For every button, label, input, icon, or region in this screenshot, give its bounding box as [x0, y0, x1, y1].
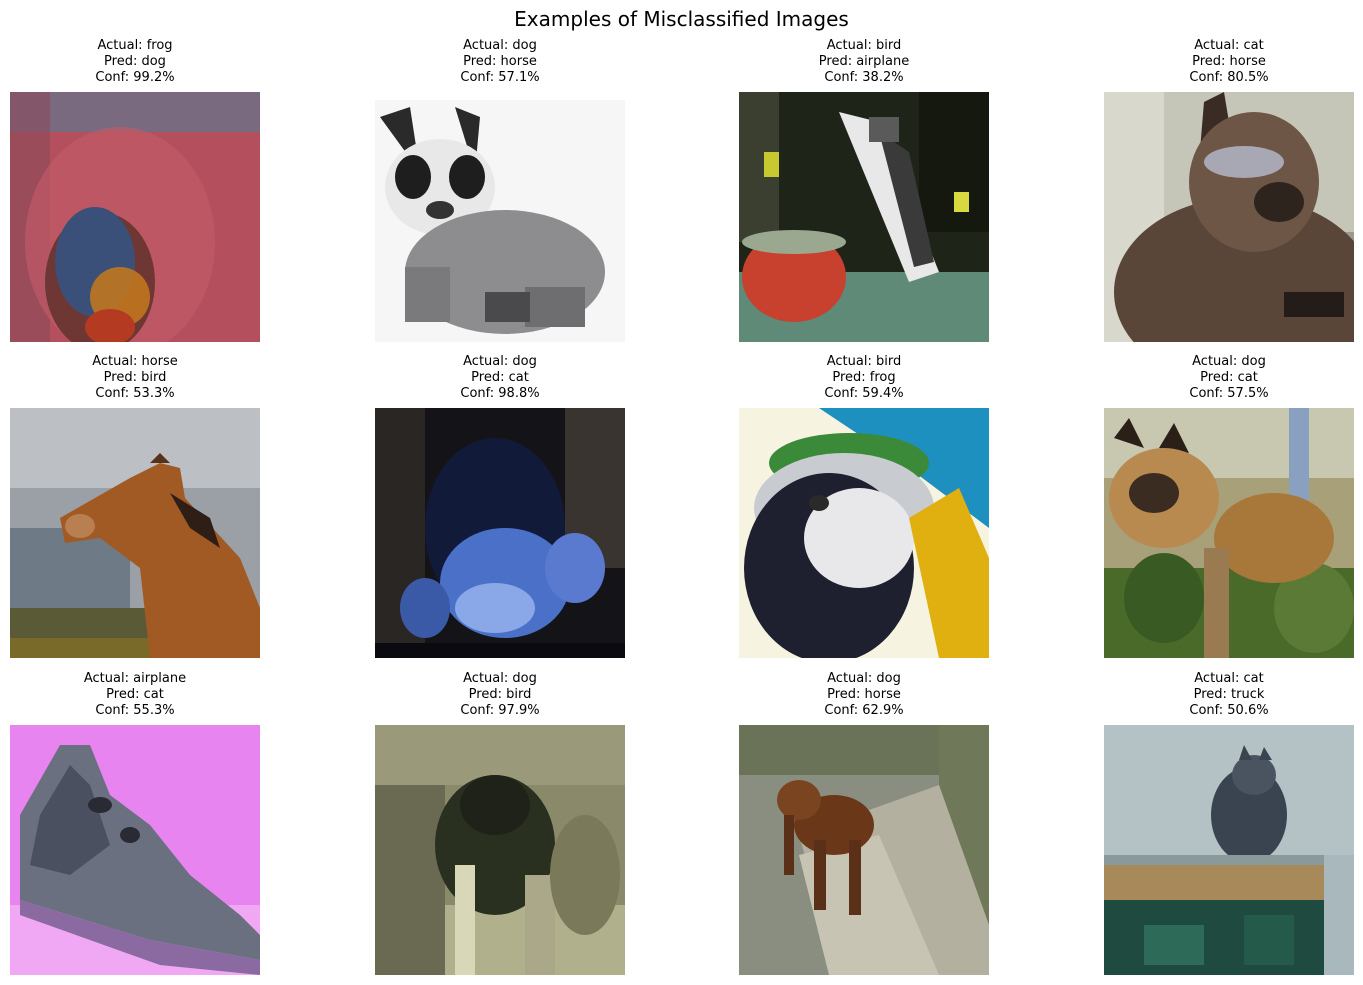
pred-label: Pred: horse	[827, 687, 901, 702]
actual-label: Actual: dog	[463, 671, 537, 686]
caption: Actual: cat Pred: horse Conf: 80.5%	[1064, 38, 1363, 86]
figure-title: Examples of Misclassified Images	[514, 7, 849, 31]
actual-label: Actual: airplane	[83, 671, 187, 686]
conf-label: Conf: 62.9%	[824, 703, 904, 718]
actual-label: Actual: dog	[1192, 354, 1266, 369]
thumbnail-dog	[739, 725, 989, 975]
conf-label: Conf: 99.2%	[95, 70, 175, 85]
thumbnail-dog	[1104, 408, 1354, 658]
pred-label: Pred: horse	[1192, 54, 1266, 69]
conf-label: Conf: 50.6%	[1189, 703, 1269, 718]
caption: Actual: bird Pred: frog Conf: 59.4%	[699, 354, 1029, 402]
conf-label: Conf: 80.5%	[1189, 70, 1269, 85]
thumbnail-dog	[375, 92, 625, 342]
pred-label: Pred: dog	[104, 54, 166, 69]
conf-label: Conf: 97.9%	[460, 703, 540, 718]
conf-label: Conf: 53.3%	[95, 386, 175, 401]
conf-label: Conf: 57.1%	[460, 70, 540, 85]
actual-label: Actual: dog	[463, 38, 537, 53]
thumbnail-dog	[375, 725, 625, 975]
pred-label: Pred: cat	[471, 370, 529, 385]
pred-label: Pred: horse	[463, 54, 537, 69]
actual-label: Actual: bird	[826, 38, 902, 53]
actual-label: Actual: cat	[1194, 38, 1264, 53]
actual-label: Actual: horse	[92, 354, 178, 369]
caption: Actual: bird Pred: airplane Conf: 38.2%	[699, 38, 1029, 86]
actual-label: Actual: frog	[97, 38, 173, 53]
caption: Actual: cat Pred: truck Conf: 50.6%	[1064, 671, 1363, 719]
caption: Actual: dog Pred: cat Conf: 98.8%	[335, 354, 665, 402]
thumbnail-bird	[739, 92, 989, 342]
actual-label: Actual: dog	[463, 354, 537, 369]
conf-label: Conf: 59.4%	[824, 386, 904, 401]
thumbnail-frog	[10, 92, 260, 342]
conf-label: Conf: 38.2%	[824, 70, 904, 85]
thumbnail-horse	[10, 408, 260, 658]
thumbnail-cat	[1104, 92, 1354, 342]
conf-label: Conf: 55.3%	[95, 703, 175, 718]
caption: Actual: dog Pred: cat Conf: 57.5%	[1064, 354, 1363, 402]
caption: Actual: frog Pred: dog Conf: 99.2%	[0, 38, 300, 86]
conf-label: Conf: 57.5%	[1189, 386, 1269, 401]
thumbnail-airplane	[10, 725, 260, 975]
caption: Actual: airplane Pred: cat Conf: 55.3%	[0, 671, 300, 719]
pred-label: Pred: bird	[103, 370, 167, 385]
pred-label: Pred: truck	[1193, 687, 1265, 702]
thumbnail-dog	[375, 408, 625, 658]
pred-label: Pred: frog	[832, 370, 896, 385]
thumbnail-bird	[739, 408, 989, 658]
caption: Actual: dog Pred: horse Conf: 62.9%	[699, 671, 1029, 719]
pred-label: Pred: airplane	[818, 54, 910, 69]
caption: Actual: dog Pred: horse Conf: 57.1%	[335, 38, 665, 86]
pred-label: Pred: cat	[1200, 370, 1258, 385]
conf-label: Conf: 98.8%	[460, 386, 540, 401]
actual-label: Actual: bird	[826, 354, 902, 369]
actual-label: Actual: dog	[827, 671, 901, 686]
caption: Actual: dog Pred: bird Conf: 97.9%	[335, 671, 665, 719]
pred-label: Pred: cat	[106, 687, 164, 702]
thumbnail-cat	[1104, 725, 1354, 975]
actual-label: Actual: cat	[1194, 671, 1264, 686]
caption: Actual: horse Pred: bird Conf: 53.3%	[0, 354, 300, 402]
pred-label: Pred: bird	[468, 687, 532, 702]
